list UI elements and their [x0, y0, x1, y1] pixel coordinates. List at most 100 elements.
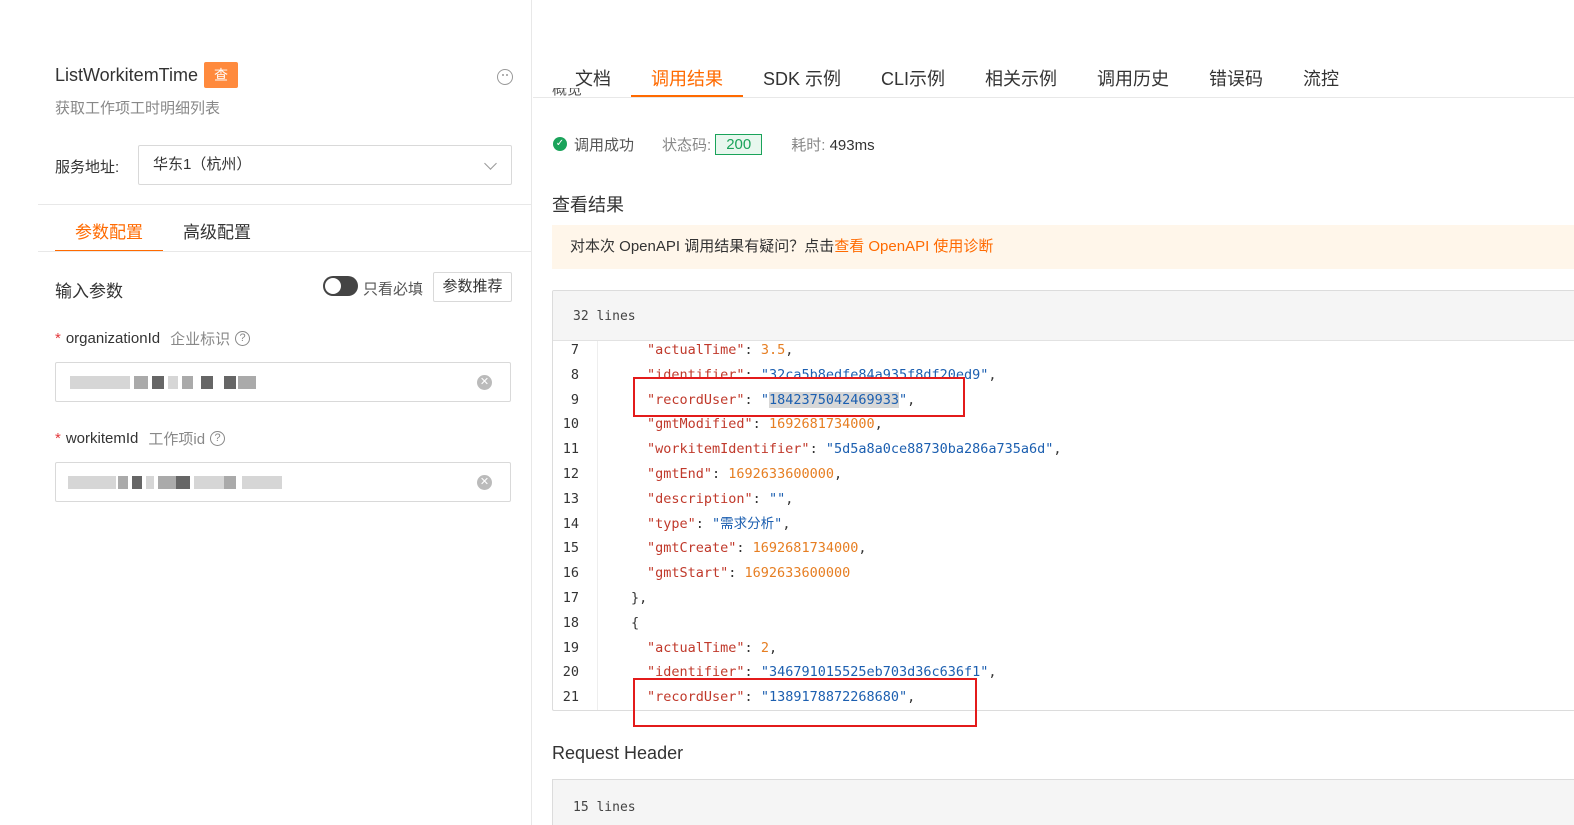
code-token: , [858, 540, 867, 557]
code-text: "gmtEnd": 1692633600000, [647, 462, 842, 487]
result-panel: 概览 文档 调用结果 SDK 示例 CLI示例 相关示例 调用历史 错误码 流控… [533, 0, 1574, 825]
tab-error-codes[interactable]: 错误码 [1189, 58, 1283, 98]
param-recommend-button[interactable]: 参数推荐 [433, 272, 512, 302]
redacted-value [168, 376, 178, 389]
code-line: 12 "gmtEnd": 1692633600000, [553, 462, 1574, 487]
code-line: 17}, [553, 586, 1574, 611]
request-header-code-viewer[interactable]: 15 lines [552, 779, 1574, 825]
api-config-panel: ListWorkitemTime 查 获取工作项工时明细列表 服务地址: 华东1… [0, 0, 532, 825]
code-token: , [988, 664, 997, 681]
param-name: organizationId [65, 330, 161, 347]
tab-advanced-config[interactable]: 高级配置 [163, 210, 271, 252]
code-token: , [785, 342, 794, 358]
response-code-viewer[interactable]: 32 lines 7 "actualTime": 3.5, 8 "identifier… [552, 290, 1574, 711]
divider [38, 204, 532, 205]
line-number: 10 [562, 416, 579, 433]
line-number: 18 [562, 614, 579, 631]
service-address-select[interactable]: 华东1（杭州） [138, 145, 512, 185]
only-required-toggle[interactable] [323, 276, 358, 296]
param-cn-name: 企业标识 [170, 331, 231, 348]
code-token: "gmtStart" [647, 565, 729, 582]
tab-param-config[interactable]: 参数配置 [55, 210, 163, 252]
code-token: "workitemIdentifier" [647, 441, 810, 458]
elapsed-label-text: 耗时: [791, 136, 826, 154]
workitemid-input[interactable]: ✕ [55, 462, 511, 502]
line-number: 9 [570, 391, 579, 408]
code-line-count: 32 lines [553, 291, 1574, 341]
call-status-row: ✓ 调用成功 状态码: 200 耗时: 493ms [553, 133, 875, 155]
code-token: { [631, 614, 640, 631]
code-line: 7 "actualTime": 3.5, [553, 338, 1574, 363]
api-title-row: ListWorkitemTime 查 [55, 62, 239, 88]
redacted-value [152, 376, 164, 389]
organizationid-input[interactable]: ✕ [55, 362, 511, 402]
api-name: ListWorkitemTime [55, 64, 199, 85]
code-token: , [768, 639, 778, 656]
clear-icon[interactable]: ✕ [477, 475, 492, 490]
line-number: 19 [562, 639, 579, 656]
line-number: 16 [562, 565, 579, 582]
code-token: 1692633600000 [728, 466, 834, 482]
line-number: 11 [562, 441, 579, 458]
code-token: : [744, 639, 761, 656]
code-token: 1692681734000 [768, 416, 875, 433]
param-label-organizationid: * organizationId 企业标识 ? [55, 328, 251, 349]
code-token: : [809, 441, 826, 458]
only-required-label: 只看必填 [363, 281, 424, 298]
code-line: 16 "gmtStart": 1692633600000 [553, 561, 1574, 586]
code-token: , [833, 466, 843, 482]
status-code-badge: 200 [715, 133, 763, 155]
clear-icon[interactable]: ✕ [477, 375, 492, 390]
code-token: : [736, 540, 753, 557]
request-header-title: Request Header [552, 743, 684, 763]
line-number: 15 [562, 540, 579, 557]
check-circle-icon: ✓ [553, 137, 567, 151]
tip-text: 对本次 OpenAPI 调用结果有疑问？点击 [570, 238, 835, 255]
code-token: "type" [647, 515, 696, 532]
param-label-workitemid: * workitemId 工作项id ? [55, 428, 226, 449]
annotation-highlight-box [633, 377, 965, 417]
feedback-smile-icon[interactable] [497, 69, 513, 85]
service-address-label: 服务地址: [55, 159, 120, 176]
help-icon[interactable]: ? [235, 331, 251, 346]
code-token: "actualTime" [647, 342, 745, 358]
redacted-value [132, 476, 142, 489]
required-mark: * [55, 430, 61, 447]
tab-call-result[interactable]: 调用结果 [631, 58, 743, 98]
tab-sdk-example[interactable]: SDK 示例 [743, 58, 861, 98]
tab-related-examples[interactable]: 相关示例 [965, 58, 1077, 98]
redacted-value [134, 376, 148, 389]
redacted-value [118, 476, 128, 489]
redacted-value [242, 476, 282, 489]
line-number: 12 [562, 466, 579, 482]
help-icon[interactable]: ? [210, 431, 226, 446]
code-token: "需求分析" [712, 515, 783, 532]
code-token: : [712, 466, 729, 482]
code-text: "gmtCreate": 1692681734000, [647, 536, 866, 561]
code-line: 13 "description": "", [553, 487, 1574, 512]
line-number: 7 [570, 342, 579, 358]
service-address-value: 华东1（杭州） [153, 156, 252, 173]
code-text: "actualTime": 3.5, [647, 338, 793, 363]
code-token: "description" [647, 490, 753, 507]
redacted-value [224, 476, 236, 489]
code-token: 1692633600000 [744, 565, 851, 582]
code-token: : [695, 515, 713, 532]
line-number: 17 [562, 590, 579, 606]
redacted-value [194, 476, 224, 489]
code-token: "actualTime" [647, 639, 745, 656]
code-token: : [752, 416, 769, 433]
diagnosis-tip: 对本次 OpenAPI 调用结果有疑问？点击查看 OpenAPI 使用诊断 [552, 225, 1574, 269]
code-text: "description": "", [647, 487, 793, 512]
tab-flow-control[interactable]: 流控 [1283, 58, 1359, 98]
tab-cli-example[interactable]: CLI示例 [861, 58, 965, 98]
divider [533, 97, 1574, 98]
redacted-value [68, 476, 116, 489]
code-token: 1692681734000 [752, 540, 859, 557]
tab-call-history[interactable]: 调用历史 [1077, 58, 1189, 98]
tab-docs[interactable]: 文档 [555, 58, 631, 98]
redacted-value [70, 376, 130, 389]
code-line: 18 { [553, 611, 1574, 636]
code-token: 3.5 [760, 342, 786, 358]
diagnosis-link[interactable]: 查看 OpenAPI 使用诊断 [834, 238, 993, 255]
